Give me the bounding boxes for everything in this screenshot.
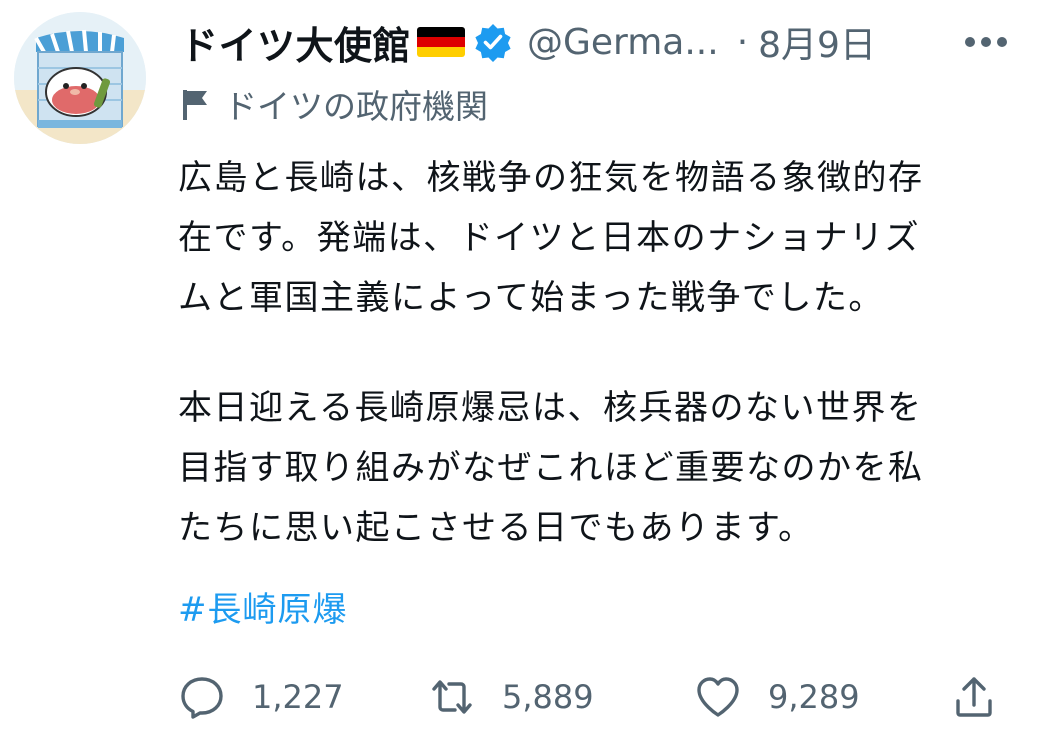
retweet-count: 5,889 bbox=[502, 678, 594, 716]
tweet-text-line: 目指す取り組みがなぜこれほど重要なのかを私 bbox=[178, 448, 924, 488]
avatar[interactable] bbox=[14, 12, 146, 144]
german-flag-icon bbox=[417, 27, 466, 57]
retweet-icon bbox=[432, 680, 472, 714]
tweet-text-line: 広島と長崎は、核戦争の狂気を物語る象徴的存 bbox=[178, 158, 924, 198]
government-label-text: ドイツの政府機関 bbox=[224, 87, 488, 126]
tweet-text-line: たちに思い起こさせる日でもあります。 bbox=[178, 508, 814, 548]
tweet-actions: 1,227 5,889 9,289 bbox=[178, 662, 1008, 732]
like-count: 9,289 bbox=[768, 678, 860, 716]
tweet-date[interactable]: 8月9日 bbox=[758, 16, 876, 68]
share-button[interactable] bbox=[950, 662, 998, 732]
government-flag-icon bbox=[180, 86, 210, 122]
more-options-button[interactable] bbox=[956, 20, 1016, 64]
reply-button[interactable]: 1,227 bbox=[178, 662, 344, 732]
retweet-button[interactable]: 5,889 bbox=[428, 662, 594, 732]
tweet-text-line: ムと軍国主義によって始まった戦争でした。 bbox=[178, 278, 884, 318]
government-label[interactable]: ドイツの政府機関 bbox=[180, 78, 488, 130]
tweet-text-line: 本日迎える長崎原爆忌は、核兵器のない世界を bbox=[178, 388, 923, 428]
avatar-image bbox=[14, 12, 146, 144]
more-horizontal-icon bbox=[965, 37, 1007, 47]
like-button[interactable]: 9,289 bbox=[694, 662, 860, 732]
tweet-text-line: 在です。発端は、ドイツと日本のナショナリズ bbox=[178, 218, 921, 258]
reply-count: 1,227 bbox=[252, 678, 344, 716]
verified-badge-icon[interactable] bbox=[473, 22, 513, 62]
hashtag-link[interactable]: #長崎原爆 bbox=[178, 582, 348, 631]
display-name[interactable]: ドイツ大使館 bbox=[180, 15, 411, 70]
reply-icon bbox=[181, 677, 223, 719]
user-handle[interactable]: @Germa... bbox=[527, 22, 719, 63]
tweet-header: ドイツ大使館 @Germa... · 8月9日 bbox=[180, 14, 1040, 70]
separator-dot: · bbox=[736, 21, 749, 63]
tweet-text: 広島と長崎は、核戦争の狂気を物語る象徴的存 在です。発端は、ドイツと日本のナショ… bbox=[178, 148, 998, 558]
heart-icon bbox=[697, 677, 739, 717]
share-icon bbox=[956, 677, 992, 717]
